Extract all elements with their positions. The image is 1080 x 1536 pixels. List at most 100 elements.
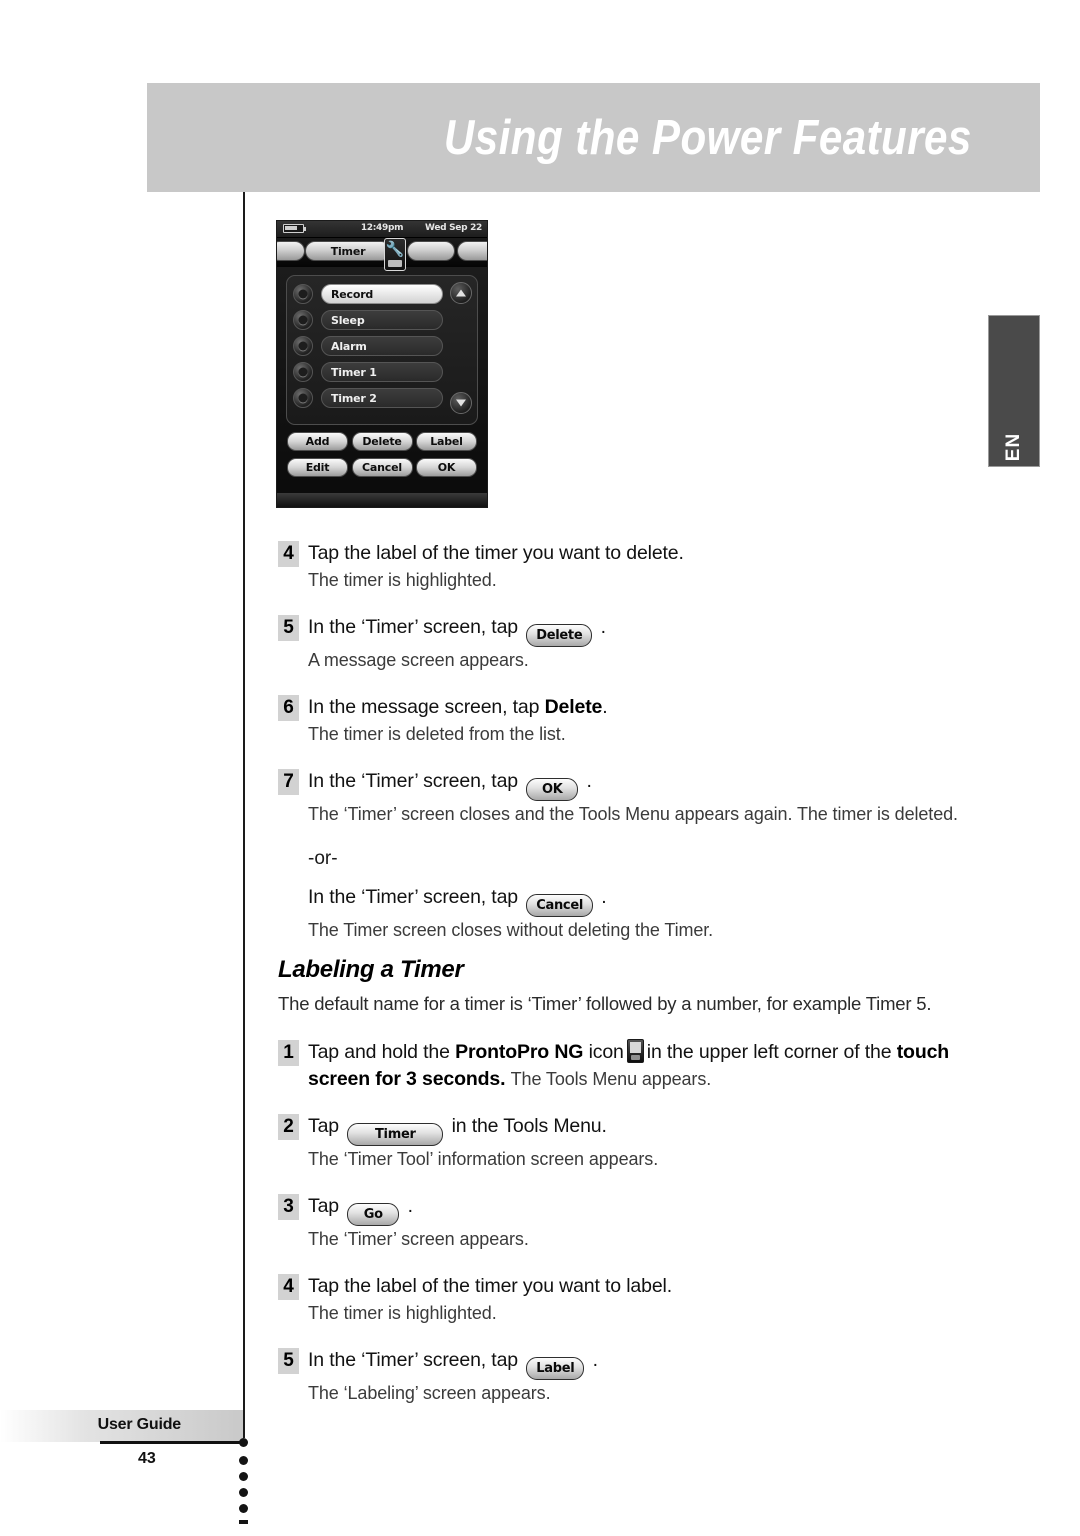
device-screen-body: Record Sleep Alarm Timer 1 Timer 2 Add D…: [277, 267, 487, 507]
step-body: In the ‘Timer’ screen, tap Delete . A me…: [308, 614, 984, 674]
footer-tab: User Guide: [0, 1410, 243, 1442]
or-separator: -or-: [308, 848, 338, 869]
list-item[interactable]: Timer 2: [291, 385, 473, 411]
device-edit-button[interactable]: Edit: [287, 458, 348, 477]
step-label-1: 1 Tap and hold the ProntoPro NG icon in t…: [278, 1039, 984, 1093]
instructions-content: 4 Tap the label of the timer you want to…: [278, 540, 984, 1427]
or-text-suffix: .: [601, 886, 607, 908]
device-label-button[interactable]: Label: [416, 432, 477, 451]
footer-dot: [239, 1456, 248, 1465]
footer-dot: [239, 1504, 248, 1513]
step-number: 2: [278, 1114, 299, 1140]
language-tab-en: EN: [988, 315, 1040, 467]
step-number: 5: [278, 1348, 299, 1374]
scroll-up-icon[interactable]: [450, 282, 472, 304]
step-text: Tap Go .: [308, 1193, 984, 1226]
timer-toggle-knob[interactable]: [293, 362, 313, 382]
timer-toggle-knob[interactable]: [293, 310, 313, 330]
step-text: In the ‘Timer’ screen, tap Delete .: [308, 614, 984, 647]
step-number: 3: [278, 1194, 299, 1220]
device-tab-timer[interactable]: Timer: [305, 241, 391, 261]
scroll-down-icon[interactable]: [450, 392, 472, 414]
or-text-main: In the ‘Timer’ screen, tap: [308, 886, 518, 908]
step-text: In the message screen, tap Delete.: [308, 694, 984, 721]
prontopro-device-wrench-icon[interactable]: 🔧: [384, 238, 406, 271]
delete-button-glyph[interactable]: Delete: [526, 624, 593, 647]
step-body: In the message screen, tap Delete. The t…: [308, 694, 984, 748]
prontopro-device-icon[interactable]: [626, 1039, 644, 1063]
step-text-suffix: .: [602, 696, 608, 718]
step-number: 4: [278, 541, 299, 567]
wrench-glyph: 🔧: [385, 240, 405, 258]
device-keys-glyph: [388, 260, 402, 267]
section-intro: The default name for a timer is ‘Timer’ …: [278, 993, 932, 1014]
timer-toggle-knob[interactable]: [293, 284, 313, 304]
device-cancel-button[interactable]: Cancel: [351, 458, 413, 477]
device-ok-button[interactable]: OK: [416, 458, 477, 477]
timer-toggle-knob[interactable]: [293, 336, 313, 356]
step-subtext: A message screen appears.: [308, 650, 529, 670]
step-label-3: 3 Tap Go . The ‘Timer’ screen appears.: [278, 1193, 984, 1253]
device-tab-right-2[interactable]: [457, 241, 487, 261]
step-text-suffix: .: [407, 1195, 413, 1217]
step-subtext: The ‘Labeling’ screen appears.: [308, 1383, 551, 1403]
step-text-main: Tap: [308, 1115, 339, 1137]
step-delete-6: 6 In the message screen, tap Delete. The…: [278, 694, 984, 748]
list-item[interactable]: Timer 1: [291, 359, 473, 385]
step-body: Tap Go . The ‘Timer’ screen appears.: [308, 1193, 984, 1253]
device-button-row-1: Add Delete Label: [287, 432, 477, 451]
cancel-button-glyph[interactable]: Cancel: [526, 894, 593, 917]
list-item[interactable]: Sleep: [291, 307, 473, 333]
step-text-suffix: .: [600, 616, 606, 638]
device-status-bar: 12:49pm Wed Sep 22: [277, 221, 487, 238]
timer-item-label[interactable]: Timer 1: [321, 362, 443, 382]
device-bottom-bar: [277, 493, 487, 507]
timer-item-label[interactable]: Alarm: [321, 336, 443, 356]
device-tab-right-1[interactable]: [407, 241, 455, 261]
step-number: 6: [278, 695, 299, 721]
device-delete-button[interactable]: Delete: [351, 432, 413, 451]
step-delete-5: 5 In the ‘Timer’ screen, tap Delete . A …: [278, 614, 984, 674]
timer-button-glyph[interactable]: Timer: [347, 1123, 444, 1146]
step-text: In the ‘Timer’ screen, tap Label .: [308, 1347, 984, 1380]
device-add-button[interactable]: Add: [287, 432, 348, 451]
device-button-row-2: Edit Cancel OK: [287, 458, 477, 477]
device-tab-timer-label: Timer: [330, 244, 366, 258]
step-delete-4: 4 Tap the label of the timer you want to…: [278, 540, 984, 594]
step-text-main: Tap the label of the timer you want to l…: [308, 1275, 672, 1297]
step-label-4: 4 Tap the label of the timer you want to…: [278, 1273, 984, 1327]
language-tab-label: EN: [1003, 432, 1024, 462]
ok-button-glyph[interactable]: OK: [526, 778, 579, 801]
footer-rule: [100, 1441, 243, 1444]
device-screenshot-figure: 12:49pm Wed Sep 22 Timer 🔧 Record Sleep: [276, 220, 488, 508]
list-item[interactable]: Alarm: [291, 333, 473, 359]
step-subtext-inline: The Tools Menu appears.: [510, 1069, 712, 1089]
step-subtext: The timer is deleted from the list.: [308, 724, 566, 744]
timer-item-label[interactable]: Timer 2: [321, 388, 443, 408]
step-subtext: The ‘Timer’ screen appears.: [308, 1229, 529, 1249]
timer-item-label[interactable]: Sleep: [321, 310, 443, 330]
step-text: Tap the label of the timer you want to l…: [308, 1273, 984, 1300]
device-date: Wed Sep 22: [425, 223, 482, 233]
footer-dot-partial: [239, 1520, 248, 1524]
go-button-glyph[interactable]: Go: [347, 1203, 400, 1226]
step-text-part2: icon: [588, 1041, 624, 1063]
step-text-bold: Delete: [544, 696, 603, 718]
list-item[interactable]: Record: [291, 281, 473, 307]
step-body: Tap the label of the timer you want to l…: [308, 1273, 984, 1327]
footer-dot: [239, 1438, 248, 1447]
step-subtext: The ‘Timer’ screen closes and the Tools …: [308, 804, 958, 824]
step-text-main: In the ‘Timer’ screen, tap: [308, 616, 518, 638]
step-text-main: In the message screen, tap: [308, 696, 540, 718]
step-subtext: The ‘Timer Tool’ information screen appe…: [308, 1149, 659, 1169]
step-text-main: Tap the label of the timer you want to d…: [308, 542, 684, 564]
step-body: In the ‘Timer’ screen, tap Label . The ‘…: [308, 1347, 984, 1407]
timer-toggle-knob[interactable]: [293, 388, 313, 408]
step-text-suffix: .: [586, 770, 592, 792]
label-button-glyph[interactable]: Label: [526, 1357, 585, 1380]
device-tab-left[interactable]: [277, 241, 305, 261]
step-number: 1: [278, 1040, 299, 1066]
step-number: 5: [278, 615, 299, 641]
step-subtext: The timer is highlighted.: [308, 1303, 497, 1323]
timer-item-label[interactable]: Record: [321, 284, 443, 304]
